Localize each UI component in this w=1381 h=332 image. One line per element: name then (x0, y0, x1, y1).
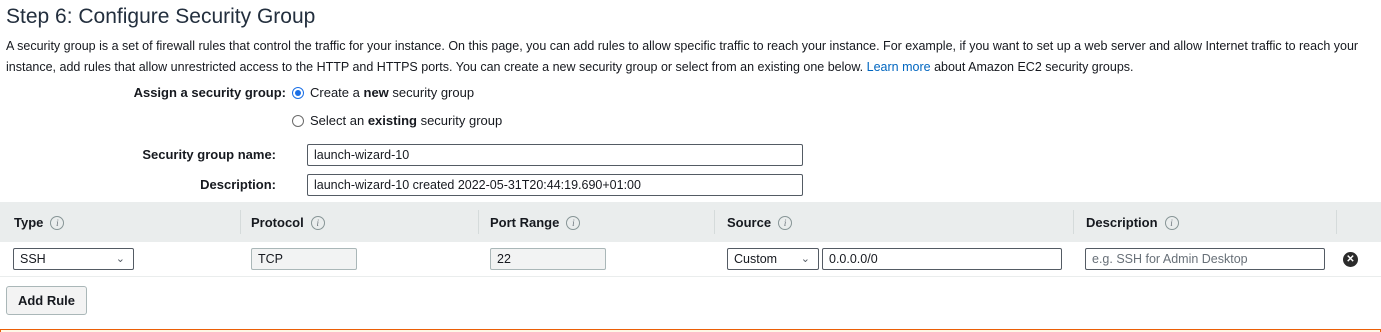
assign-security-group-label: Assign a security group: (133, 85, 286, 100)
add-rule-button[interactable]: Add Rule (6, 286, 87, 315)
security-group-name-input[interactable]: launch-wizard-10 (307, 144, 803, 166)
intro-text: A security group is a set of firewall ru… (6, 39, 1359, 74)
source-cidr-input[interactable]: 0.0.0.0/0 (822, 248, 1062, 270)
learn-more-link[interactable]: Learn more (867, 60, 931, 74)
column-header-port-range: Port Range i (490, 215, 581, 230)
column-header-type: Type i (14, 215, 65, 230)
info-icon[interactable]: i (50, 215, 65, 230)
radio-existing-suffix: security group (420, 113, 503, 128)
radio-existing-bold: existing (367, 113, 417, 128)
info-icon[interactable]: i (310, 215, 325, 230)
intro-paragraph: A security group is a set of firewall ru… (6, 36, 1376, 78)
security-group-name-label: Security group name: (142, 147, 276, 162)
protocol-field: TCP (251, 248, 357, 270)
column-header-description: Description i (1086, 215, 1179, 230)
column-header-protocol: Protocol i (251, 215, 325, 230)
rule-description-placeholder: e.g. SSH for Admin Desktop (1092, 252, 1248, 266)
info-icon[interactable]: i (1164, 215, 1179, 230)
rule-description-input[interactable]: e.g. SSH for Admin Desktop (1085, 248, 1325, 270)
radio-create-new-security-group[interactable]: Create a new security group (292, 85, 474, 100)
radio-create-new-prefix: Create a (310, 85, 360, 100)
radio-create-new-bold: new (363, 85, 389, 100)
source-select[interactable]: Custom ⌄ (727, 248, 819, 270)
type-select[interactable]: SSH ⌄ (13, 248, 134, 270)
port-range-field: 22 (490, 248, 606, 270)
radio-unselected-icon[interactable] (292, 114, 304, 127)
chevron-down-icon: ⌄ (800, 253, 810, 265)
column-divider (714, 210, 715, 234)
info-icon[interactable]: i (778, 215, 793, 230)
column-type-label: Type (14, 215, 44, 230)
column-port-range-label: Port Range (490, 215, 560, 230)
type-select-value: SSH (20, 252, 46, 266)
description-input[interactable]: launch-wizard-10 created 2022-05-31T20:4… (307, 174, 803, 196)
radio-selected-icon[interactable] (292, 86, 304, 99)
radio-existing-prefix: Select an (310, 113, 365, 128)
column-divider (478, 210, 479, 234)
radio-select-existing-security-group[interactable]: Select an existing security group (292, 113, 502, 128)
column-source-label: Source (727, 215, 772, 230)
column-divider (1336, 210, 1337, 234)
source-select-value: Custom (734, 252, 778, 266)
remove-rule-icon[interactable]: ✕ (1343, 252, 1358, 267)
column-header-source: Source i (727, 215, 793, 230)
column-divider (240, 210, 241, 234)
radio-create-new-suffix: security group (392, 85, 475, 100)
page-title: Step 6: Configure Security Group (6, 5, 316, 28)
info-icon[interactable]: i (566, 215, 581, 230)
column-protocol-label: Protocol (251, 215, 304, 230)
intro-suffix: about Amazon EC2 security groups. (934, 60, 1134, 74)
description-label: Description: (200, 177, 276, 192)
column-divider (1073, 210, 1074, 234)
chevron-down-icon: ⌄ (115, 253, 125, 265)
column-description-label: Description (1086, 215, 1158, 230)
table-row-divider (0, 276, 1381, 277)
